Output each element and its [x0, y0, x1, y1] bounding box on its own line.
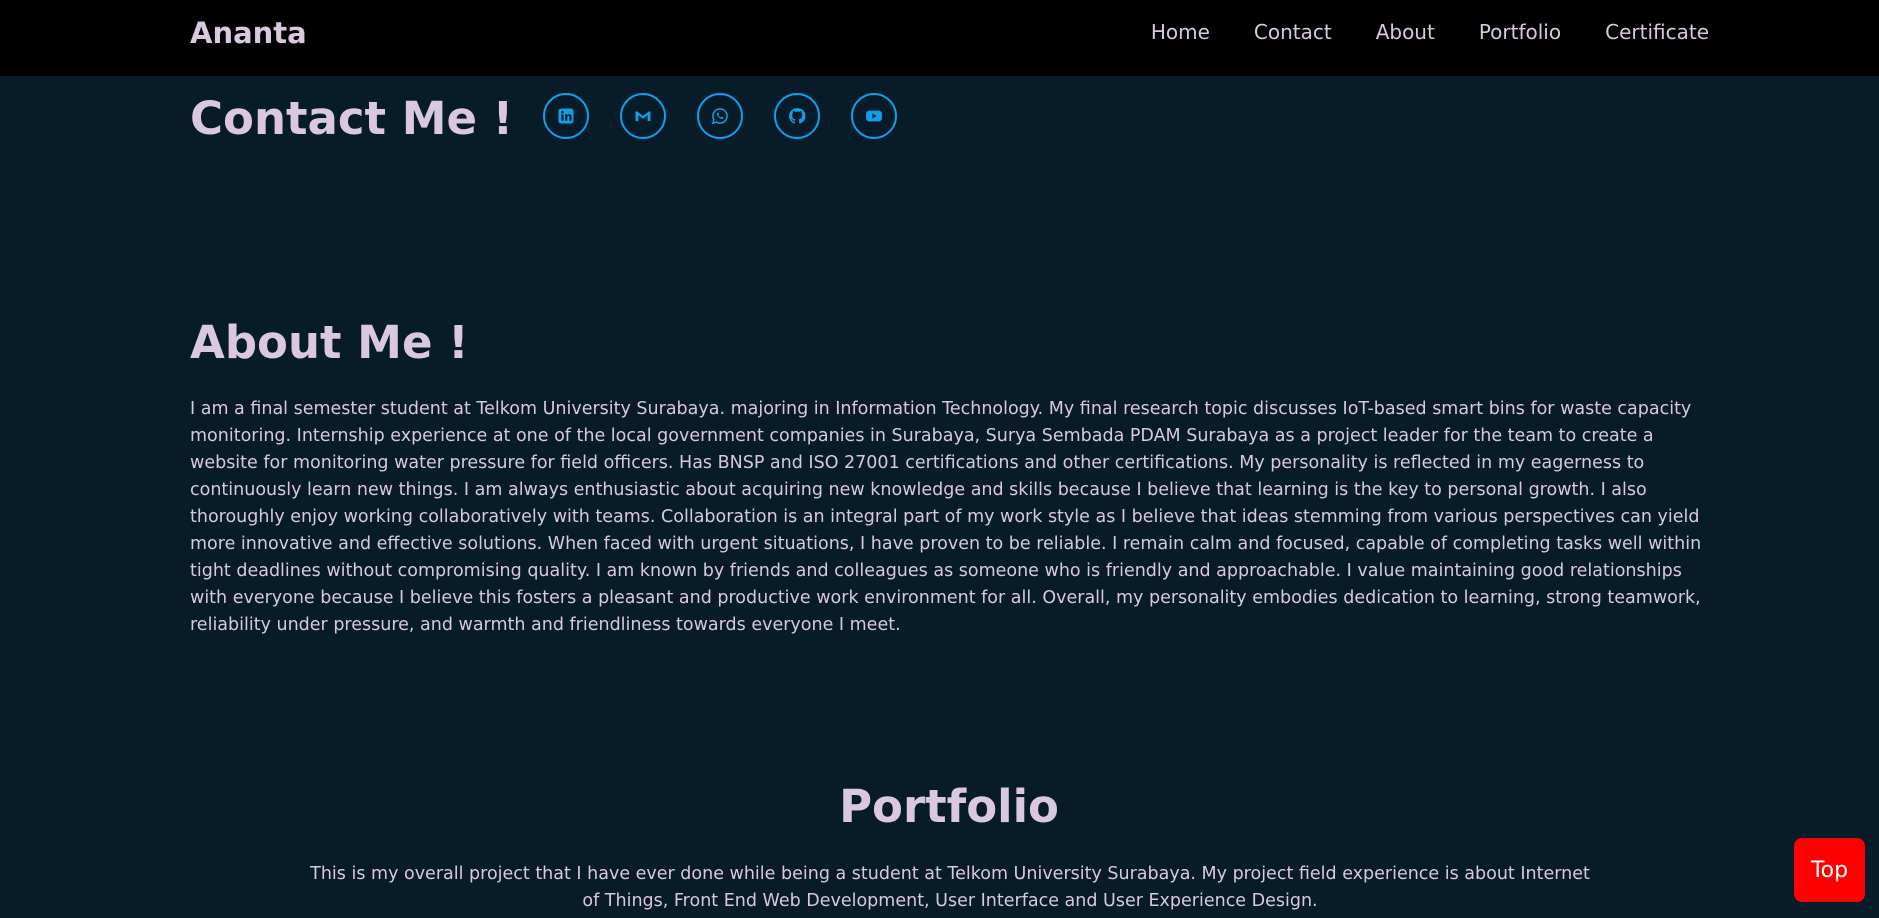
- nav-contact[interactable]: Contact: [1254, 20, 1332, 44]
- contact-title: Contact Me !: [190, 92, 514, 145]
- about-text: I am a final semester student at Telkom …: [190, 399, 1702, 635]
- github-button[interactable]: [774, 92, 821, 139]
- youtube-icon: [866, 110, 883, 121]
- about-title: About Me !: [190, 316, 469, 369]
- youtube-button[interactable]: [851, 92, 898, 139]
- portfolio-title: Portfolio: [839, 780, 1059, 833]
- scroll-top-button[interactable]: Top: [1794, 838, 1865, 902]
- gmail-button[interactable]: [620, 92, 667, 139]
- nav-portfolio[interactable]: Portfolio: [1479, 20, 1561, 44]
- brand-logo[interactable]: Ananta: [190, 16, 307, 50]
- github-icon: [789, 107, 806, 124]
- nav-about[interactable]: About: [1376, 20, 1435, 44]
- social-links: [543, 92, 898, 139]
- navbar: Ananta Home Contact About Portfolio Cert…: [0, 0, 1879, 76]
- nav-home[interactable]: Home: [1151, 20, 1210, 44]
- nav-links: Home Contact About Portfolio Certificate: [1151, 20, 1709, 44]
- linkedin-icon: [558, 108, 574, 123]
- contact-section: Contact Me !: [190, 92, 898, 145]
- nav-certificate[interactable]: Certificate: [1605, 20, 1709, 44]
- linkedin-button[interactable]: [543, 92, 590, 139]
- portfolio-text: This is my overall project that I have e…: [310, 864, 1590, 911]
- whatsapp-icon: [712, 107, 729, 124]
- gmail-icon: [635, 110, 651, 121]
- whatsapp-button[interactable]: [697, 92, 744, 139]
